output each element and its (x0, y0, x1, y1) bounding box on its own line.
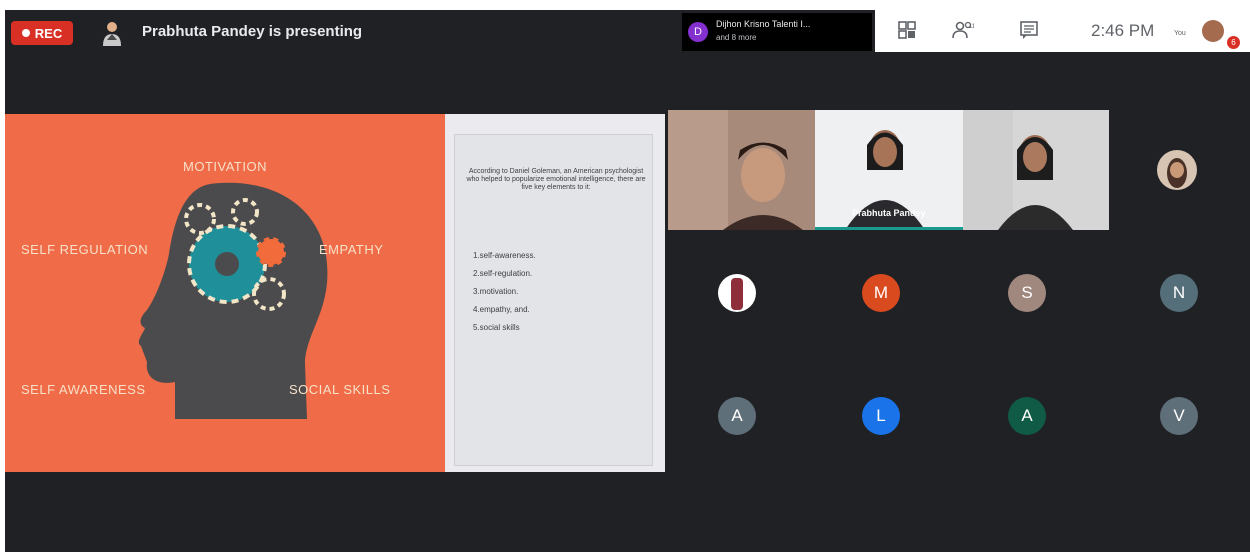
recording-indicator: REC (11, 21, 73, 45)
gear-large-icon (187, 224, 267, 304)
participant-avatar[interactable]: A (1008, 397, 1046, 435)
chat-button[interactable] (1018, 20, 1040, 42)
chat-icon (1020, 21, 1038, 39)
participant-avatar[interactable]: A (718, 397, 756, 435)
video-tile[interactable] (668, 110, 815, 230)
meeting-details-button[interactable] (896, 20, 918, 42)
slide-textbox: According to Daniel Goleman, an American… (454, 134, 653, 466)
participant-video (963, 110, 1109, 230)
participant-avatar[interactable]: M (862, 274, 900, 312)
shared-slide: MOTIVATION SELF REGULATION EMPATHY SELF … (5, 114, 665, 472)
presenter-avatar-icon (103, 22, 121, 46)
slide-point: 4.empathy, and. (473, 305, 530, 314)
social-skills-label: SOCIAL SKILLS (289, 382, 391, 397)
join-notification[interactable]: D Dijhon Krisno Talenti I... and 8 more (682, 13, 872, 51)
empathy-label: EMPATHY (319, 242, 384, 257)
top-bar: REC Prabhuta Pandey is presenting D Dijh… (5, 10, 1250, 56)
notification-badge: 6 (1227, 36, 1240, 49)
slide-illustration-panel: MOTIVATION SELF REGULATION EMPATHY SELF … (5, 114, 445, 472)
self-avatar[interactable] (1202, 20, 1224, 42)
participant-avatar[interactable]: L (862, 397, 900, 435)
participant-video (668, 110, 815, 230)
notification-name: Dijhon Krisno Talenti I... (716, 19, 811, 29)
slide-point: 2.self-regulation. (473, 269, 533, 278)
participant-avatar[interactable]: V (1160, 397, 1198, 435)
people-icon: 11 (952, 21, 976, 39)
rec-label: REC (34, 25, 63, 41)
notification-subtitle: and 8 more (716, 33, 757, 42)
participant-avatar (1157, 150, 1197, 190)
video-tile[interactable] (963, 110, 1109, 230)
presenting-status: Prabhuta Pandey is presenting (142, 23, 363, 40)
record-dot-icon (21, 29, 30, 37)
you-label: You (1174, 30, 1186, 37)
self-awareness-label: SELF AWARENESS (21, 382, 146, 397)
clock: 2:46 PM (1091, 21, 1155, 40)
presenter-video-tile[interactable]: Prabhuta Pandey (815, 110, 963, 230)
presenter-name-tag: Prabhuta Pandey (852, 208, 926, 218)
video-tile[interactable] (1109, 110, 1250, 230)
self-regulation-label: SELF REGULATION (21, 242, 149, 257)
participant-avatar[interactable]: N (1160, 274, 1198, 312)
notification-avatar: D (688, 22, 708, 42)
svg-text:11: 11 (969, 24, 974, 30)
speaking-indicator (815, 227, 963, 230)
participant-avatar[interactable]: S (1008, 274, 1046, 312)
grid-icon (898, 21, 916, 39)
meeting-toolbar: 11 2:46 PM You 6 (875, 10, 1250, 52)
participant-avatar[interactable] (718, 274, 756, 312)
slide-point: 3.motivation. (473, 287, 519, 296)
slide-text-panel: According to Daniel Goleman, an American… (446, 114, 665, 472)
meeting-stage: REC Prabhuta Pandey is presenting D Dijh… (5, 10, 1250, 552)
participants-button[interactable]: 11 (952, 20, 976, 42)
slide-intro-text: According to Daniel Goleman, an American… (466, 168, 646, 191)
slide-point: 1.self-awareness. (473, 251, 536, 260)
slide-point: 5.social skills (473, 323, 520, 332)
motivation-label: MOTIVATION (183, 159, 267, 174)
